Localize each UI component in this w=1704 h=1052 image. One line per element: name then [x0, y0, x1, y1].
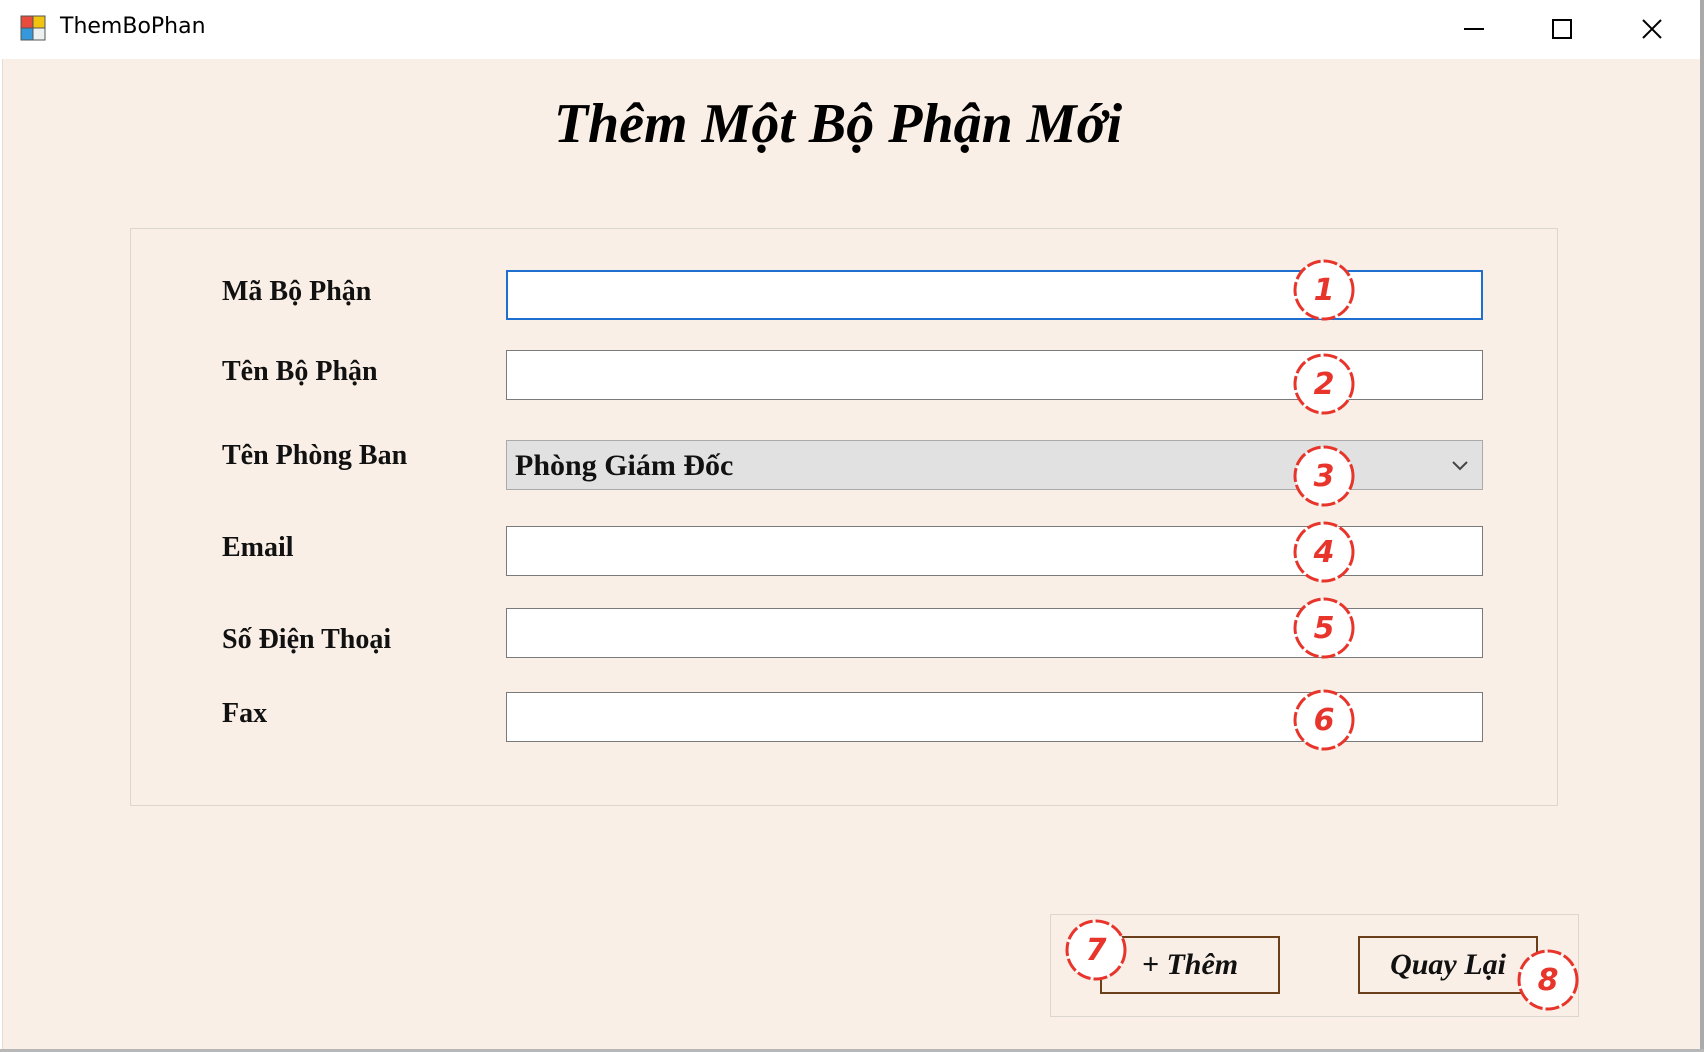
field-label-so-dien-thoai: Số Điện Thoại: [222, 624, 392, 655]
annotation-marker-7: 7: [1064, 918, 1128, 982]
annotation-number: 2: [1313, 366, 1335, 402]
annotation-number: 6: [1313, 702, 1335, 738]
title-bar[interactable]: ThemBoPhan: [0, 0, 1704, 59]
back-button[interactable]: Quay Lại: [1358, 936, 1538, 994]
field-label-email: Email: [222, 532, 294, 563]
annotation-marker-4: 4: [1292, 520, 1356, 584]
minimize-icon: [1464, 27, 1484, 30]
app-icon: [20, 15, 46, 41]
annotation-marker-2: 2: [1292, 352, 1356, 416]
annotation-number: 7: [1085, 932, 1107, 968]
window: ThemBoPhan Thêm Một Bộ Phận Mới Mã Bộ Ph…: [0, 0, 1704, 1052]
close-button[interactable]: [1608, 0, 1696, 57]
annotation-marker-1: 1: [1292, 258, 1356, 322]
form-heading: Thêm Một Bộ Phận Mới: [553, 93, 1123, 155]
annotation-number: 1: [1313, 272, 1335, 308]
annotation-number: 8: [1537, 962, 1559, 998]
annotation-number: 4: [1313, 534, 1335, 570]
background-window-edge: [1700, 0, 1704, 1052]
maximize-button[interactable]: [1518, 0, 1606, 57]
annotation-number: 3: [1313, 458, 1335, 494]
annotation-marker-5: 5: [1292, 596, 1356, 660]
chevron-down-icon[interactable]: [1450, 457, 1470, 473]
maximize-icon: [1552, 18, 1572, 39]
minimize-button[interactable]: [1430, 0, 1518, 57]
window-title: ThemBoPhan: [60, 14, 206, 39]
close-icon: [1642, 18, 1662, 39]
phong-ban-selected-value: Phòng Giám Đốc: [515, 449, 734, 482]
field-label-ten-bo-phan: Tên Bộ Phận: [222, 356, 378, 387]
annotation-number: 5: [1313, 610, 1335, 646]
field-label-fax: Fax: [222, 698, 268, 729]
annotation-marker-8: 8: [1516, 948, 1580, 1012]
annotation-marker-6: 6: [1292, 688, 1356, 752]
field-label-ma-bo-phan: Mã Bộ Phận: [222, 276, 372, 307]
annotation-marker-3: 3: [1292, 444, 1356, 508]
field-label-ten-phong-ban: Tên Phòng Ban: [222, 440, 408, 471]
